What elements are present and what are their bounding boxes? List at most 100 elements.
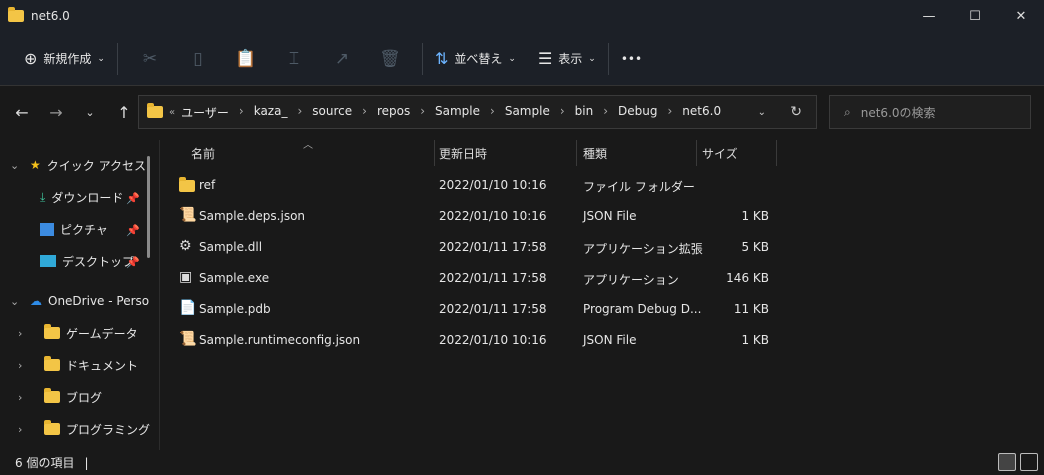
pdb-file-icon: 📄: [179, 300, 197, 316]
file-row[interactable]: ▣ Sample.exe 2022/01/11 17:58 アプリケーション 146 K…: [175, 263, 875, 293]
breadcrumb-item[interactable]: ユーザー: [181, 104, 229, 121]
sort-button[interactable]: ⇅ 並べ替え ⌄: [431, 41, 520, 77]
breadcrumb-item[interactable]: source: [312, 104, 352, 121]
sort-icon: ⇅: [434, 49, 449, 68]
up-icon[interactable]: ↑: [107, 103, 141, 122]
breadcrumb-item[interactable]: repos: [377, 104, 410, 121]
label: ブログ: [66, 390, 103, 405]
label: ピクチャ: [60, 222, 108, 237]
share-icon[interactable]: ↗: [318, 49, 366, 69]
sidebar-item-downloads[interactable]: ⤓ ダウンロード: [40, 182, 123, 212]
label: ゲームデータ: [66, 326, 138, 341]
label: クイック アクセス: [46, 158, 146, 173]
command-bar: ⊕ 新規作成 ⌄ ✂ ▯ 📋 ⌶ ↗ 🗑 ⇅ 並べ替え ⌄ ☰ 表示 ⌄ •••: [0, 32, 1044, 86]
column-header-type[interactable]: 種類: [575, 140, 697, 166]
breadcrumb-item[interactable]: Sample: [505, 104, 550, 121]
rename-icon[interactable]: ⌶: [270, 49, 318, 69]
copy-icon[interactable]: ▯: [174, 49, 222, 69]
file-size: 11 KB: [733, 302, 769, 316]
column-header-size[interactable]: サイズ: [694, 140, 777, 166]
scrollbar[interactable]: [147, 156, 150, 258]
breadcrumb-item[interactable]: Sample: [435, 104, 480, 121]
breadcrumb-separator-icon[interactable]: ›: [297, 104, 302, 121]
column-header-date[interactable]: 更新日時: [431, 140, 577, 166]
file-row[interactable]: 📜 Sample.runtimeconfig.json 2022/01/10 10:…: [175, 325, 875, 355]
tiles-view-button[interactable]: [1020, 453, 1038, 471]
maximize-button[interactable]: ☐: [952, 0, 998, 32]
title-bar: net6.0 — ☐ ✕: [0, 0, 1044, 32]
recent-chevron-icon[interactable]: ⌄: [73, 106, 107, 119]
file-size: 1 KB: [741, 209, 769, 223]
breadcrumb-separator-icon[interactable]: ›: [420, 104, 425, 121]
address-bar[interactable]: « ユーザー › kaza_ › source › repos › Sample › Sample ›…: [138, 95, 817, 129]
back-icon[interactable]: ←: [5, 103, 39, 122]
breadcrumb-separator-icon[interactable]: ›: [667, 104, 672, 121]
file-name: Sample.deps.json: [199, 209, 306, 223]
delete-icon[interactable]: 🗑: [366, 49, 414, 69]
breadcrumb-separator-icon[interactable]: ›: [239, 104, 244, 121]
pin-icon[interactable]: 📌: [126, 192, 140, 205]
label: OneDrive - Perso: [48, 294, 150, 308]
sidebar-item-quick-access[interactable]: ⌄ ★ クイック アクセス: [10, 150, 146, 180]
sidebar-item-desktop[interactable]: デスクトップ: [40, 246, 134, 276]
breadcrumb-item[interactable]: net6.0: [682, 104, 721, 121]
breadcrumb-separator-icon[interactable]: ›: [362, 104, 367, 121]
close-button[interactable]: ✕: [998, 0, 1044, 32]
cut-icon[interactable]: ✂: [126, 49, 174, 69]
file-type: JSON File: [583, 333, 637, 347]
more-button[interactable]: •••: [617, 41, 646, 77]
chevron-down-icon[interactable]: ⌄: [758, 107, 766, 118]
view-label: 表示: [558, 52, 583, 66]
navigation-pane: ⌄ ★ クイック アクセス ⤓ ダウンロード ピクチャ デスクトップ 📌 📌 📌 ⌄ ☁…: [0, 140, 160, 450]
window-title: net6.0: [31, 9, 70, 23]
sort-label: 並べ替え: [454, 52, 503, 66]
breadcrumb-item[interactable]: Debug: [618, 104, 657, 121]
refresh-icon[interactable]: ↻: [790, 104, 802, 120]
breadcrumb-separator-icon[interactable]: ›: [603, 104, 608, 121]
sidebar-item-folder[interactable]: › ブログ: [18, 382, 102, 412]
sidebar-item-onedrive[interactable]: ⌄ ☁ OneDrive - Perso: [10, 286, 149, 316]
paste-icon[interactable]: 📋: [222, 49, 270, 69]
file-type: アプリケーション: [583, 273, 679, 287]
folder-icon: [44, 324, 60, 339]
sidebar-item-pictures[interactable]: ピクチャ: [40, 214, 108, 244]
minimize-button[interactable]: —: [906, 0, 952, 32]
breadcrumb-separator-icon[interactable]: ›: [490, 104, 495, 121]
new-button[interactable]: ⊕ 新規作成 ⌄: [20, 41, 109, 77]
chevron-right-icon[interactable]: ›: [18, 359, 32, 372]
file-date: 2022/01/10 10:16: [439, 209, 547, 223]
file-size: 1 KB: [741, 333, 769, 347]
overflow-icon[interactable]: «: [169, 107, 175, 118]
chevron-right-icon[interactable]: ›: [18, 391, 32, 404]
view-button[interactable]: ☰ 表示 ⌄: [534, 41, 600, 77]
breadcrumb-item[interactable]: kaza_: [254, 104, 288, 121]
plus-circle-icon: ⊕: [24, 49, 38, 68]
breadcrumb-item[interactable]: bin: [575, 104, 594, 121]
column-header-name[interactable]: 名前: [183, 140, 435, 166]
file-size: 146 KB: [726, 271, 769, 285]
file-row[interactable]: ref 2022/01/10 10:16 ファイル フォルダー: [175, 170, 875, 200]
item-count: 6 個の項目: [15, 456, 75, 470]
folder-icon: [179, 177, 195, 192]
folder-icon: [44, 420, 60, 435]
chevron-right-icon[interactable]: ›: [18, 423, 32, 436]
details-view-button[interactable]: [998, 453, 1016, 471]
forward-icon[interactable]: →: [39, 103, 73, 122]
chevron-right-icon[interactable]: ›: [18, 327, 32, 340]
sidebar-item-folder[interactable]: › ゲームデータ: [18, 318, 138, 348]
file-row[interactable]: 📄 Sample.pdb 2022/01/11 17:58 Program Debug…: [175, 294, 875, 324]
file-type: ファイル フォルダー: [583, 180, 695, 194]
folder-icon: [147, 103, 163, 118]
pin-icon[interactable]: 📌: [126, 256, 140, 269]
file-type: JSON File: [583, 209, 637, 223]
breadcrumb-separator-icon[interactable]: ›: [560, 104, 565, 121]
file-row[interactable]: ⚙ Sample.dll 2022/01/11 17:58 アプリケーション拡張 5 K…: [175, 232, 875, 262]
file-date: 2022/01/11 17:58: [439, 271, 547, 285]
file-date: 2022/01/10 10:16: [439, 178, 547, 192]
sidebar-item-folder[interactable]: › ドキュメント: [18, 350, 138, 380]
file-date: 2022/01/11 17:58: [439, 240, 547, 254]
search-input[interactable]: ⌕ net6.0の検索: [829, 95, 1031, 129]
pin-icon[interactable]: 📌: [126, 224, 140, 237]
sidebar-item-folder[interactable]: › プログラミング: [18, 414, 150, 444]
file-row[interactable]: 📜 Sample.deps.json 2022/01/10 10:16 JSON Fi…: [175, 201, 875, 231]
